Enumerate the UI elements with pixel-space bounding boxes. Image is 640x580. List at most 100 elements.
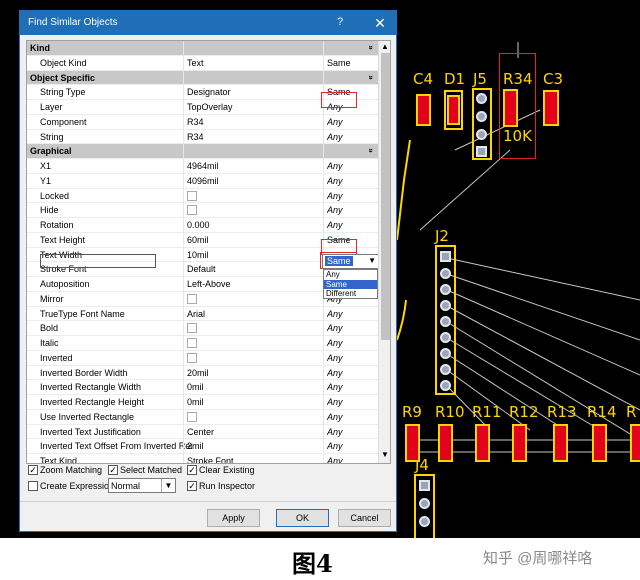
pcb-pad[interactable] — [543, 90, 559, 126]
dropdown-option-any[interactable]: Any — [324, 270, 377, 280]
grid-property-row[interactable]: Component R34 Any — [27, 115, 379, 130]
pcb-via[interactable] — [440, 300, 451, 311]
scroll-down-icon[interactable]: ▼ — [381, 450, 389, 459]
close-icon[interactable]: ✕ — [368, 13, 392, 33]
match-mode[interactable]: Any — [327, 441, 372, 451]
collapse-icon[interactable]: » — [367, 75, 376, 79]
match-mode[interactable]: Any — [327, 397, 372, 407]
pcb-via[interactable] — [476, 93, 487, 104]
match-mode[interactable]: Any — [327, 309, 372, 319]
property-value[interactable]: 0mil — [187, 382, 319, 392]
grid-property-row[interactable]: Text Kind Stroke Font Any — [27, 454, 379, 463]
chevron-down-icon[interactable]: ▼ — [161, 479, 175, 492]
checkmark-icon[interactable]: ✓ — [187, 481, 197, 491]
match-mode[interactable]: Any — [327, 427, 372, 437]
grid-property-row[interactable]: Inverted Text Offset From Inverted Rect 2… — [27, 439, 379, 455]
property-value[interactable]: Left-Above — [187, 279, 319, 289]
property-value[interactable]: 10mil — [187, 250, 319, 260]
property-value[interactable]: 60mil — [187, 235, 319, 245]
property-value[interactable]: Arial — [187, 309, 319, 319]
pcb-pad[interactable] — [405, 424, 420, 462]
pcb-via[interactable] — [440, 348, 451, 359]
grid-category-row[interactable]: Kind » — [27, 41, 379, 56]
pcb-via[interactable] — [476, 111, 487, 122]
match-mode[interactable]: Any — [327, 382, 372, 392]
pcb-via[interactable] — [419, 498, 430, 509]
match-mode[interactable]: Any — [327, 412, 372, 422]
pcb-via[interactable] — [476, 146, 487, 157]
collapse-icon[interactable]: » — [367, 149, 376, 153]
grid-property-row[interactable]: Inverted Any — [27, 351, 379, 366]
pcb-pad[interactable] — [553, 424, 568, 462]
scroll-up-icon[interactable]: ▲ — [381, 42, 389, 51]
match-mode[interactable]: Any — [327, 205, 372, 215]
pcb-pad[interactable] — [512, 424, 527, 462]
pcb-via[interactable] — [440, 380, 451, 391]
property-value[interactable]: 0mil — [187, 397, 319, 407]
grid-property-row[interactable]: Italic Any — [27, 336, 379, 351]
grid-property-row[interactable]: Inverted Rectangle Height 0mil Any — [27, 395, 379, 410]
grid-property-row[interactable]: Rotation 0.000 Any — [27, 218, 379, 233]
grid-property-row[interactable]: Locked Any — [27, 189, 379, 204]
match-mode[interactable]: Same — [327, 58, 372, 68]
grid-category-row[interactable]: Graphical » — [27, 144, 379, 160]
property-checkbox[interactable] — [187, 352, 197, 363]
property-value[interactable]: 2mil — [187, 441, 319, 451]
property-value[interactable]: 4964mil — [187, 161, 319, 171]
apply-button[interactable]: Apply — [207, 509, 260, 527]
property-value[interactable]: 20mil — [187, 368, 319, 378]
dialog-titlebar[interactable]: Find Similar Objects ? ✕ — [20, 11, 396, 35]
property-value[interactable]: R34 — [187, 132, 319, 142]
match-mode[interactable]: Any — [327, 353, 372, 363]
match-mode[interactable]: Any — [327, 368, 372, 378]
property-value[interactable]: Default — [187, 264, 319, 274]
grid-property-row[interactable]: Inverted Text Justification Center Any — [27, 425, 379, 440]
grid-property-row[interactable]: Inverted Border Width 20mil Any — [27, 366, 379, 381]
grid-property-row[interactable]: Bold Any — [27, 321, 379, 337]
checkmark-icon[interactable]: ✓ — [28, 465, 38, 475]
checkmark-icon[interactable]: ✓ — [187, 465, 197, 475]
grid-property-row[interactable]: Use Inverted Rectangle Any — [27, 410, 379, 425]
pcb-pad[interactable] — [592, 424, 607, 462]
pcb-via[interactable] — [419, 516, 430, 527]
checkmark-icon[interactable]: ✓ — [108, 465, 118, 475]
pcb-pad[interactable] — [475, 424, 490, 462]
match-mode[interactable]: Any — [327, 220, 372, 230]
grid-property-row[interactable]: Object Kind Text Same — [27, 56, 379, 71]
grid-property-row[interactable]: TrueType Font Name Arial Any — [27, 307, 379, 322]
pcb-via[interactable] — [476, 129, 487, 140]
property-checkbox[interactable] — [187, 190, 197, 201]
grid-property-row[interactable]: Hide Any — [27, 203, 379, 219]
property-checkbox[interactable] — [187, 323, 197, 334]
property-value[interactable]: Text — [187, 58, 319, 68]
pcb-via[interactable] — [440, 364, 451, 375]
property-value[interactable]: Stroke Font — [187, 456, 319, 463]
property-checkbox[interactable] — [187, 411, 197, 422]
pcb-via[interactable] — [419, 480, 430, 491]
pcb-pad[interactable] — [503, 89, 518, 127]
grid-property-row[interactable]: Y1 4096mil Any — [27, 174, 379, 189]
pcb-pad[interactable] — [416, 94, 431, 126]
pcb-via[interactable] — [440, 316, 451, 327]
collapse-icon[interactable]: » — [367, 45, 376, 49]
dropdown-option-different[interactable]: Different — [324, 289, 377, 299]
match-mode[interactable]: Any — [327, 132, 372, 142]
pcb-via[interactable] — [440, 268, 451, 279]
property-checkbox[interactable] — [187, 338, 197, 348]
pcb-pad[interactable] — [438, 424, 453, 462]
dropdown-option-same[interactable]: Same — [324, 279, 377, 289]
match-mode[interactable]: Any — [327, 176, 372, 186]
property-value[interactable]: R34 — [187, 117, 319, 127]
pcb-pad[interactable] — [447, 95, 460, 125]
cancel-button[interactable]: Cancel — [338, 509, 391, 527]
grid-scrollbar[interactable]: ▲ ▼ — [378, 41, 390, 463]
grid-property-row[interactable]: X1 4964mil Any — [27, 159, 379, 174]
property-checkbox[interactable] — [187, 293, 197, 304]
match-mode[interactable]: Any — [327, 161, 372, 171]
property-value[interactable]: 0.000 — [187, 220, 319, 230]
pcb-pad[interactable] — [630, 424, 640, 462]
help-button[interactable]: ? — [337, 16, 343, 28]
grid-property-row[interactable]: String R34 Any — [27, 130, 379, 145]
grid-property-row[interactable]: Inverted Rectangle Width 0mil Any — [27, 380, 379, 396]
grid-category-row[interactable]: Object Specific » — [27, 70, 379, 86]
